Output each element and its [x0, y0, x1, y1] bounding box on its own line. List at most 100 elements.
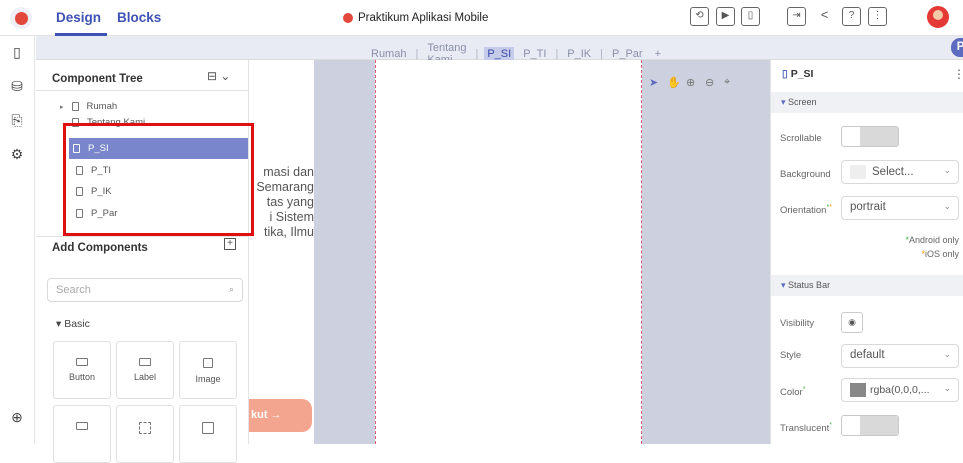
- android-marker: *: [829, 422, 833, 429]
- tab-blocks[interactable]: Blocks: [117, 10, 161, 25]
- ios-only-note: *iOS only: [921, 249, 959, 259]
- background-text-line: Semarang: [256, 180, 314, 194]
- screen-tabs-bar: Rumah | Tentang Kami | P_SI P_TI | P_IK …: [36, 36, 963, 66]
- annotation-highlight-box: [63, 123, 254, 236]
- project-icon: [343, 13, 353, 23]
- background-text-line: tika, Ilmu: [263, 225, 314, 239]
- label-icon: [139, 358, 151, 366]
- component-image[interactable]: Image: [179, 341, 237, 399]
- background-label: Background: [780, 169, 831, 180]
- translucent-toggle[interactable]: [841, 415, 899, 436]
- color-swatch: [850, 165, 866, 179]
- add-components-title: Add Components: [52, 242, 148, 254]
- properties-title-text: P_SI: [790, 68, 814, 80]
- visibility-eye-icon[interactable]: ◉: [841, 312, 863, 333]
- lock-icon[interactable]: ⊕: [7, 409, 27, 429]
- section-status-bar[interactable]: ▾ Status Bar: [771, 275, 963, 296]
- phone-screen-canvas[interactable]: [375, 60, 642, 444]
- left-rail: ▯ ⛁ ⎘ ⚙ ⊕: [0, 36, 35, 444]
- background-page: [249, 60, 314, 444]
- share-icon[interactable]: <: [815, 7, 834, 26]
- orientation-select[interactable]: portrait ⌄: [841, 196, 959, 220]
- help-icon[interactable]: ?: [842, 7, 861, 26]
- component-container[interactable]: [116, 405, 174, 463]
- component-label: Label: [133, 372, 157, 382]
- expand-arrow-icon[interactable]: ▸: [60, 103, 64, 111]
- device-preview-icon[interactable]: ▯: [741, 7, 760, 26]
- divider: [36, 90, 248, 91]
- public-badge[interactable]: Public: [951, 38, 963, 57]
- tree-item-rumah[interactable]: ▸ Rumah: [36, 96, 248, 117]
- add-screen-button[interactable]: +: [652, 47, 664, 61]
- component-search-input[interactable]: Search ⌕: [47, 278, 243, 302]
- screens-icon[interactable]: ▯: [7, 44, 27, 64]
- style-select[interactable]: default ⌄: [841, 344, 959, 368]
- screen-tab-p-par[interactable]: P_Par: [609, 47, 646, 61]
- collapse-arrow-icon: ▾: [781, 280, 786, 290]
- background-text-line: i Sistem: [269, 210, 314, 224]
- component-input[interactable]: [53, 405, 111, 463]
- settings-icon[interactable]: ⚙: [7, 146, 27, 166]
- tab-divider: |: [415, 48, 419, 60]
- project-title-text: Praktikum Aplikasi Mobile: [358, 12, 489, 24]
- tab-design[interactable]: Design: [56, 10, 101, 25]
- chevron-down-icon: ⌄: [943, 383, 951, 393]
- component-tree-title: Component Tree: [52, 73, 143, 85]
- app-logo-icon[interactable]: [10, 7, 32, 29]
- component-label: Button: [68, 372, 96, 382]
- container-icon: [139, 422, 151, 434]
- scrollable-toggle[interactable]: [841, 126, 899, 147]
- screen-tab-p-ik[interactable]: P_IK: [564, 47, 594, 61]
- tab-divider: |: [475, 48, 479, 60]
- background-select[interactable]: Select... ⌄: [841, 160, 959, 184]
- visibility-label: Visibility: [780, 318, 815, 329]
- style-label: Style: [780, 350, 802, 361]
- android-only-note: *Android only: [905, 235, 959, 245]
- database-icon[interactable]: ⛁: [7, 78, 27, 98]
- image-icon: [203, 358, 213, 368]
- color-select[interactable]: rgba(0,0,0,... ⌄: [841, 378, 959, 402]
- background-text-line: tas yang: [266, 195, 314, 209]
- preview-icon[interactable]: ▶: [716, 7, 735, 26]
- style-value: default: [850, 349, 885, 361]
- color-value: rgba(0,0,0,...: [870, 384, 930, 397]
- translucent-label: Translucent*: [780, 422, 832, 434]
- fit-screen-icon[interactable]: ⌖: [724, 76, 730, 89]
- chevron-down-icon: ⌄: [943, 165, 951, 175]
- tab-divider: |: [555, 48, 559, 60]
- layout-icon: [202, 422, 214, 434]
- category-basic[interactable]: ▾ Basic: [56, 318, 90, 330]
- section-screen[interactable]: ▾ Screen: [771, 92, 963, 113]
- properties-more-icon[interactable]: ⋮: [953, 67, 963, 81]
- tree-item-label: Rumah: [86, 101, 118, 112]
- component-button[interactable]: Button: [53, 341, 111, 399]
- select-tool-icon[interactable]: ➤: [649, 76, 658, 89]
- tree-options-icon[interactable]: ⊟ ⌄: [207, 69, 230, 83]
- scrollable-label: Scrollable: [780, 133, 822, 144]
- chevron-down-icon: ⌄: [943, 349, 951, 359]
- component-label[interactable]: Label: [116, 341, 174, 399]
- export-icon[interactable]: ⇥: [787, 7, 806, 26]
- chevron-down-icon: ⌄: [943, 201, 951, 211]
- history-icon[interactable]: ⟲: [690, 7, 709, 26]
- ios-marker: *: [829, 204, 832, 211]
- collapse-arrow-icon: ▾: [56, 318, 62, 330]
- screen-tab-rumah[interactable]: Rumah: [368, 47, 409, 61]
- user-avatar[interactable]: [927, 6, 949, 28]
- category-label: Basic: [64, 318, 90, 330]
- collapse-arrow-icon: ▾: [781, 97, 786, 107]
- search-icon: ⌕: [228, 284, 234, 294]
- more-menu-icon[interactable]: ⋮: [868, 7, 887, 26]
- tab-divider: |: [600, 48, 604, 60]
- background-next-button: kut →: [249, 399, 312, 432]
- screen-tab-p-ti[interactable]: P_TI: [520, 47, 549, 61]
- add-icon[interactable]: +: [224, 238, 236, 250]
- pan-tool-icon[interactable]: ✋: [667, 76, 681, 89]
- files-icon[interactable]: ⎘: [7, 112, 27, 132]
- screen-tab-p-si[interactable]: P_SI: [484, 47, 515, 61]
- project-title[interactable]: Praktikum Aplikasi Mobile: [343, 12, 488, 24]
- component-layout[interactable]: [179, 405, 237, 463]
- zoom-out-icon[interactable]: ⊖: [705, 76, 714, 89]
- zoom-in-icon[interactable]: ⊕: [686, 76, 695, 89]
- color-swatch: [850, 383, 866, 397]
